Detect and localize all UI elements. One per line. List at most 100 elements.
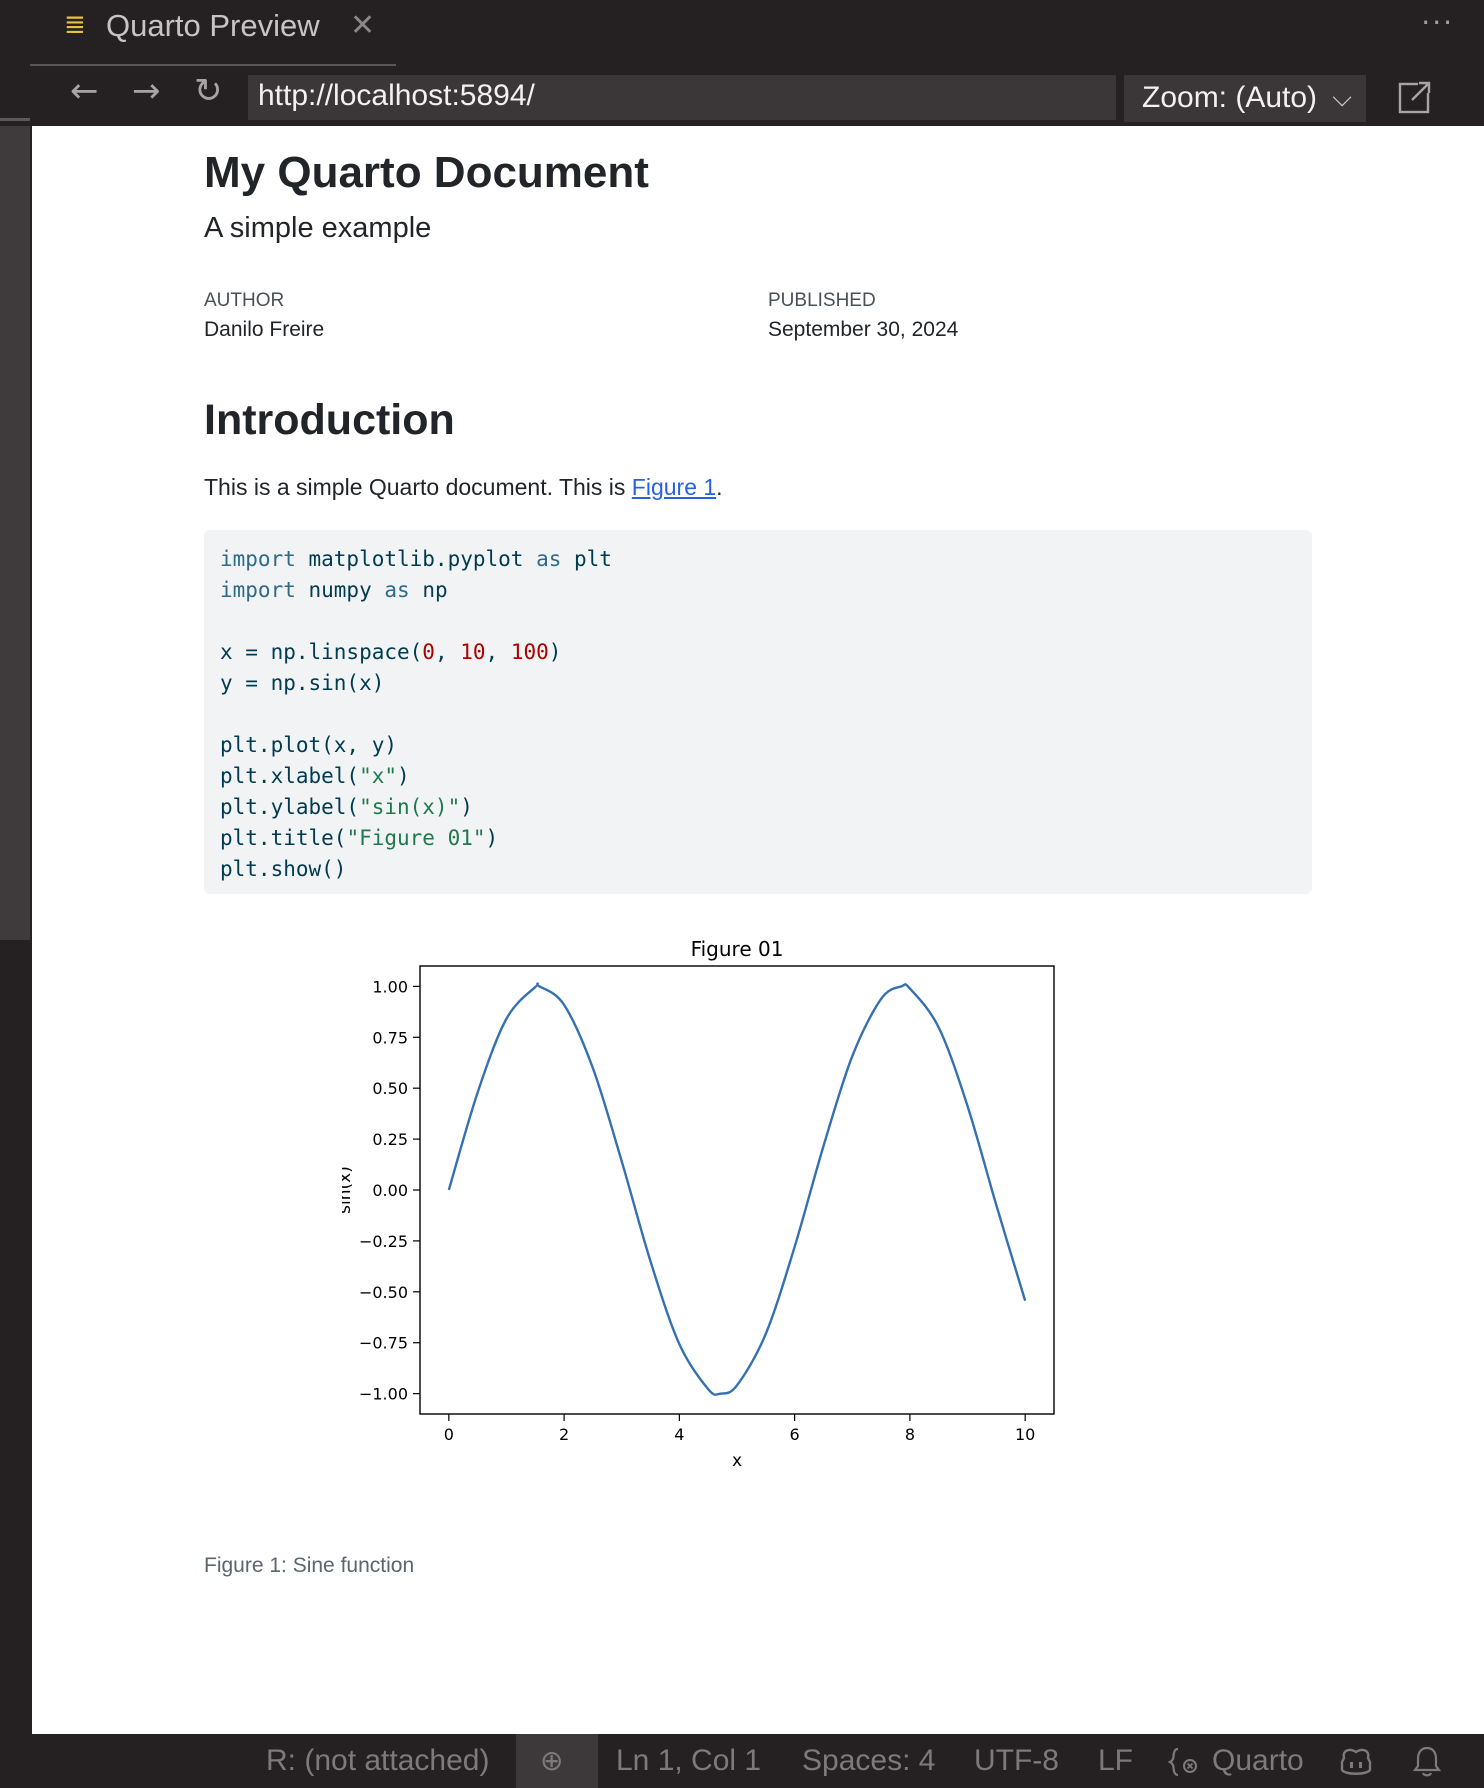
gutter-accent bbox=[0, 118, 30, 121]
code-line: plt.plot(x, y) bbox=[220, 730, 1296, 761]
code-line: y = np.sin(x) bbox=[220, 668, 1296, 699]
x-tick-label: 6 bbox=[790, 1425, 800, 1444]
chevron-down-icon: ⌵ bbox=[1332, 83, 1352, 113]
published-date: September 30, 2024 bbox=[768, 318, 959, 341]
language-status[interactable]: Quarto bbox=[1212, 1744, 1304, 1778]
back-arrow-icon[interactable]: ← bbox=[70, 74, 99, 108]
bell-icon[interactable] bbox=[1412, 1744, 1442, 1778]
code-token: plt.xlabel( bbox=[220, 764, 360, 788]
code-token: x = np.linspace( bbox=[220, 640, 423, 664]
code-token: ) bbox=[460, 795, 473, 819]
preview-toolbar: ← → ↻ http://localhost:5894/ Zoom: (Auto… bbox=[0, 66, 1484, 126]
code-token: as bbox=[384, 578, 410, 602]
cursor-position[interactable]: Ln 1, Col 1 bbox=[616, 1744, 761, 1778]
document-title: My Quarto Document bbox=[204, 148, 649, 197]
tab-quarto-preview[interactable]: ≣ Quarto Preview ✕ bbox=[30, 0, 396, 66]
y-tick-label: 1.00 bbox=[372, 977, 408, 996]
y-tick-label: −1.00 bbox=[359, 1385, 408, 1404]
x-tick-label: 4 bbox=[674, 1425, 684, 1444]
y-tick-label: 0.75 bbox=[372, 1028, 408, 1047]
code-token: plt.ylabel( bbox=[220, 795, 360, 819]
code-token: , bbox=[434, 640, 461, 664]
section-heading: Introduction bbox=[204, 396, 455, 444]
y-tick-label: −0.50 bbox=[359, 1283, 408, 1302]
figure-link[interactable]: Figure 1 bbox=[632, 474, 716, 500]
url-input[interactable]: http://localhost:5894/ bbox=[248, 75, 1116, 120]
zoom-in-icon: ⊕ bbox=[540, 1744, 564, 1777]
code-token: 0 bbox=[422, 640, 435, 664]
code-token: "sin(x)" bbox=[359, 795, 461, 819]
author-name: Danilo Freire bbox=[204, 318, 325, 341]
code-token: np bbox=[409, 578, 448, 602]
y-tick-label: −0.25 bbox=[359, 1232, 408, 1251]
vertical-scrollbar[interactable] bbox=[0, 126, 30, 940]
code-token: import bbox=[220, 578, 296, 602]
zoom-label: Zoom: (Auto) bbox=[1142, 81, 1318, 114]
code-line: plt.show() bbox=[220, 854, 1296, 885]
figure-caption: Figure 1: Sine function bbox=[204, 1554, 415, 1577]
y-tick-label: −0.75 bbox=[359, 1334, 408, 1353]
code-token: as bbox=[536, 547, 562, 571]
braces-icon bbox=[1168, 1747, 1197, 1777]
published-label: PUBLISHED bbox=[768, 290, 876, 311]
close-icon[interactable]: ✕ bbox=[350, 8, 375, 43]
code-token: plt.show() bbox=[220, 857, 347, 881]
eol-status[interactable]: LF bbox=[1098, 1744, 1133, 1778]
tab-bar: ≣ Quarto Preview ✕ ··· bbox=[0, 0, 1484, 66]
paragraph-text: This is a simple Quarto document. This i… bbox=[204, 474, 632, 500]
code-token: "x" bbox=[359, 764, 398, 788]
zoom-status-button[interactable]: ⊕ bbox=[516, 1734, 598, 1788]
tab-title: Quarto Preview bbox=[106, 8, 320, 43]
code-token: 10 bbox=[460, 640, 486, 664]
code-token: ) bbox=[485, 826, 499, 850]
paragraph-end: . bbox=[716, 474, 723, 500]
code-token: ) bbox=[548, 640, 562, 664]
code-token: plt.title( bbox=[220, 826, 347, 850]
x-tick-label: 8 bbox=[905, 1425, 915, 1444]
code-block: import matplotlib.pyplot as plt import nu… bbox=[204, 530, 1312, 894]
code-token: y = np.sin(x) bbox=[220, 671, 385, 695]
plot-frame bbox=[419, 965, 1055, 1415]
code-token: "Figure 01" bbox=[346, 826, 486, 850]
code-token: plt bbox=[561, 547, 612, 571]
code-line: plt.title("Figure 01") bbox=[220, 823, 1296, 854]
preview-page: My Quarto Document A simple example AUTH… bbox=[32, 126, 1484, 1734]
code-line: import numpy as np bbox=[220, 575, 1296, 606]
code-token: 100 bbox=[510, 640, 549, 664]
code-token: plt.plot(x, y) bbox=[220, 733, 398, 757]
x-tick-label: 0 bbox=[444, 1425, 454, 1444]
open-external-icon[interactable] bbox=[1398, 80, 1432, 114]
y-axis-label: sin(x) bbox=[342, 1166, 355, 1214]
copilot-icon[interactable] bbox=[1338, 1744, 1374, 1778]
code-token: matplotlib.pyplot bbox=[295, 547, 537, 571]
status-bar: R: (not attached) ⊕ Ln 1, Col 1 Spaces: … bbox=[0, 1734, 1484, 1788]
zoom-select[interactable]: Zoom: (Auto) ⌵ bbox=[1124, 75, 1366, 122]
x-axis-label: x bbox=[732, 1451, 742, 1471]
r-status[interactable]: R: (not attached) bbox=[266, 1744, 489, 1778]
reload-icon[interactable]: ↻ bbox=[194, 74, 223, 108]
sine-chart: Figure 01 0 2 4 6 8 10 1.00 0.75 0.50 0.25 0.00 −0.2… bbox=[342, 937, 1055, 1471]
menu-lines-icon: ≣ bbox=[64, 10, 86, 40]
code-line: import matplotlib.pyplot as plt bbox=[220, 544, 1296, 575]
document-subtitle: A simple example bbox=[204, 212, 432, 244]
encoding-status[interactable]: UTF-8 bbox=[974, 1744, 1059, 1778]
code-token: import bbox=[220, 547, 296, 571]
indentation-status[interactable]: Spaces: 4 bbox=[802, 1744, 935, 1778]
author-label: AUTHOR bbox=[204, 290, 285, 311]
y-tick-label: 0.25 bbox=[372, 1130, 408, 1149]
x-tick-label: 10 bbox=[1015, 1425, 1035, 1444]
code-token: , bbox=[485, 640, 511, 664]
code-line: x = np.linspace(0, 10, 100) bbox=[220, 637, 1296, 668]
intro-paragraph: This is a simple Quarto document. This i… bbox=[204, 474, 723, 501]
sine-series-line bbox=[447, 982, 1027, 1396]
forward-arrow-icon[interactable]: → bbox=[132, 74, 161, 108]
code-line: plt.ylabel("sin(x)") bbox=[220, 792, 1296, 823]
code-token: numpy bbox=[295, 578, 385, 602]
y-tick-label: 0.00 bbox=[372, 1181, 408, 1200]
chart-title: Figure 01 bbox=[691, 937, 784, 961]
y-tick-label: 0.50 bbox=[372, 1079, 408, 1098]
more-actions-icon[interactable]: ··· bbox=[1421, 6, 1454, 39]
code-line: plt.xlabel("x") bbox=[220, 761, 1296, 792]
